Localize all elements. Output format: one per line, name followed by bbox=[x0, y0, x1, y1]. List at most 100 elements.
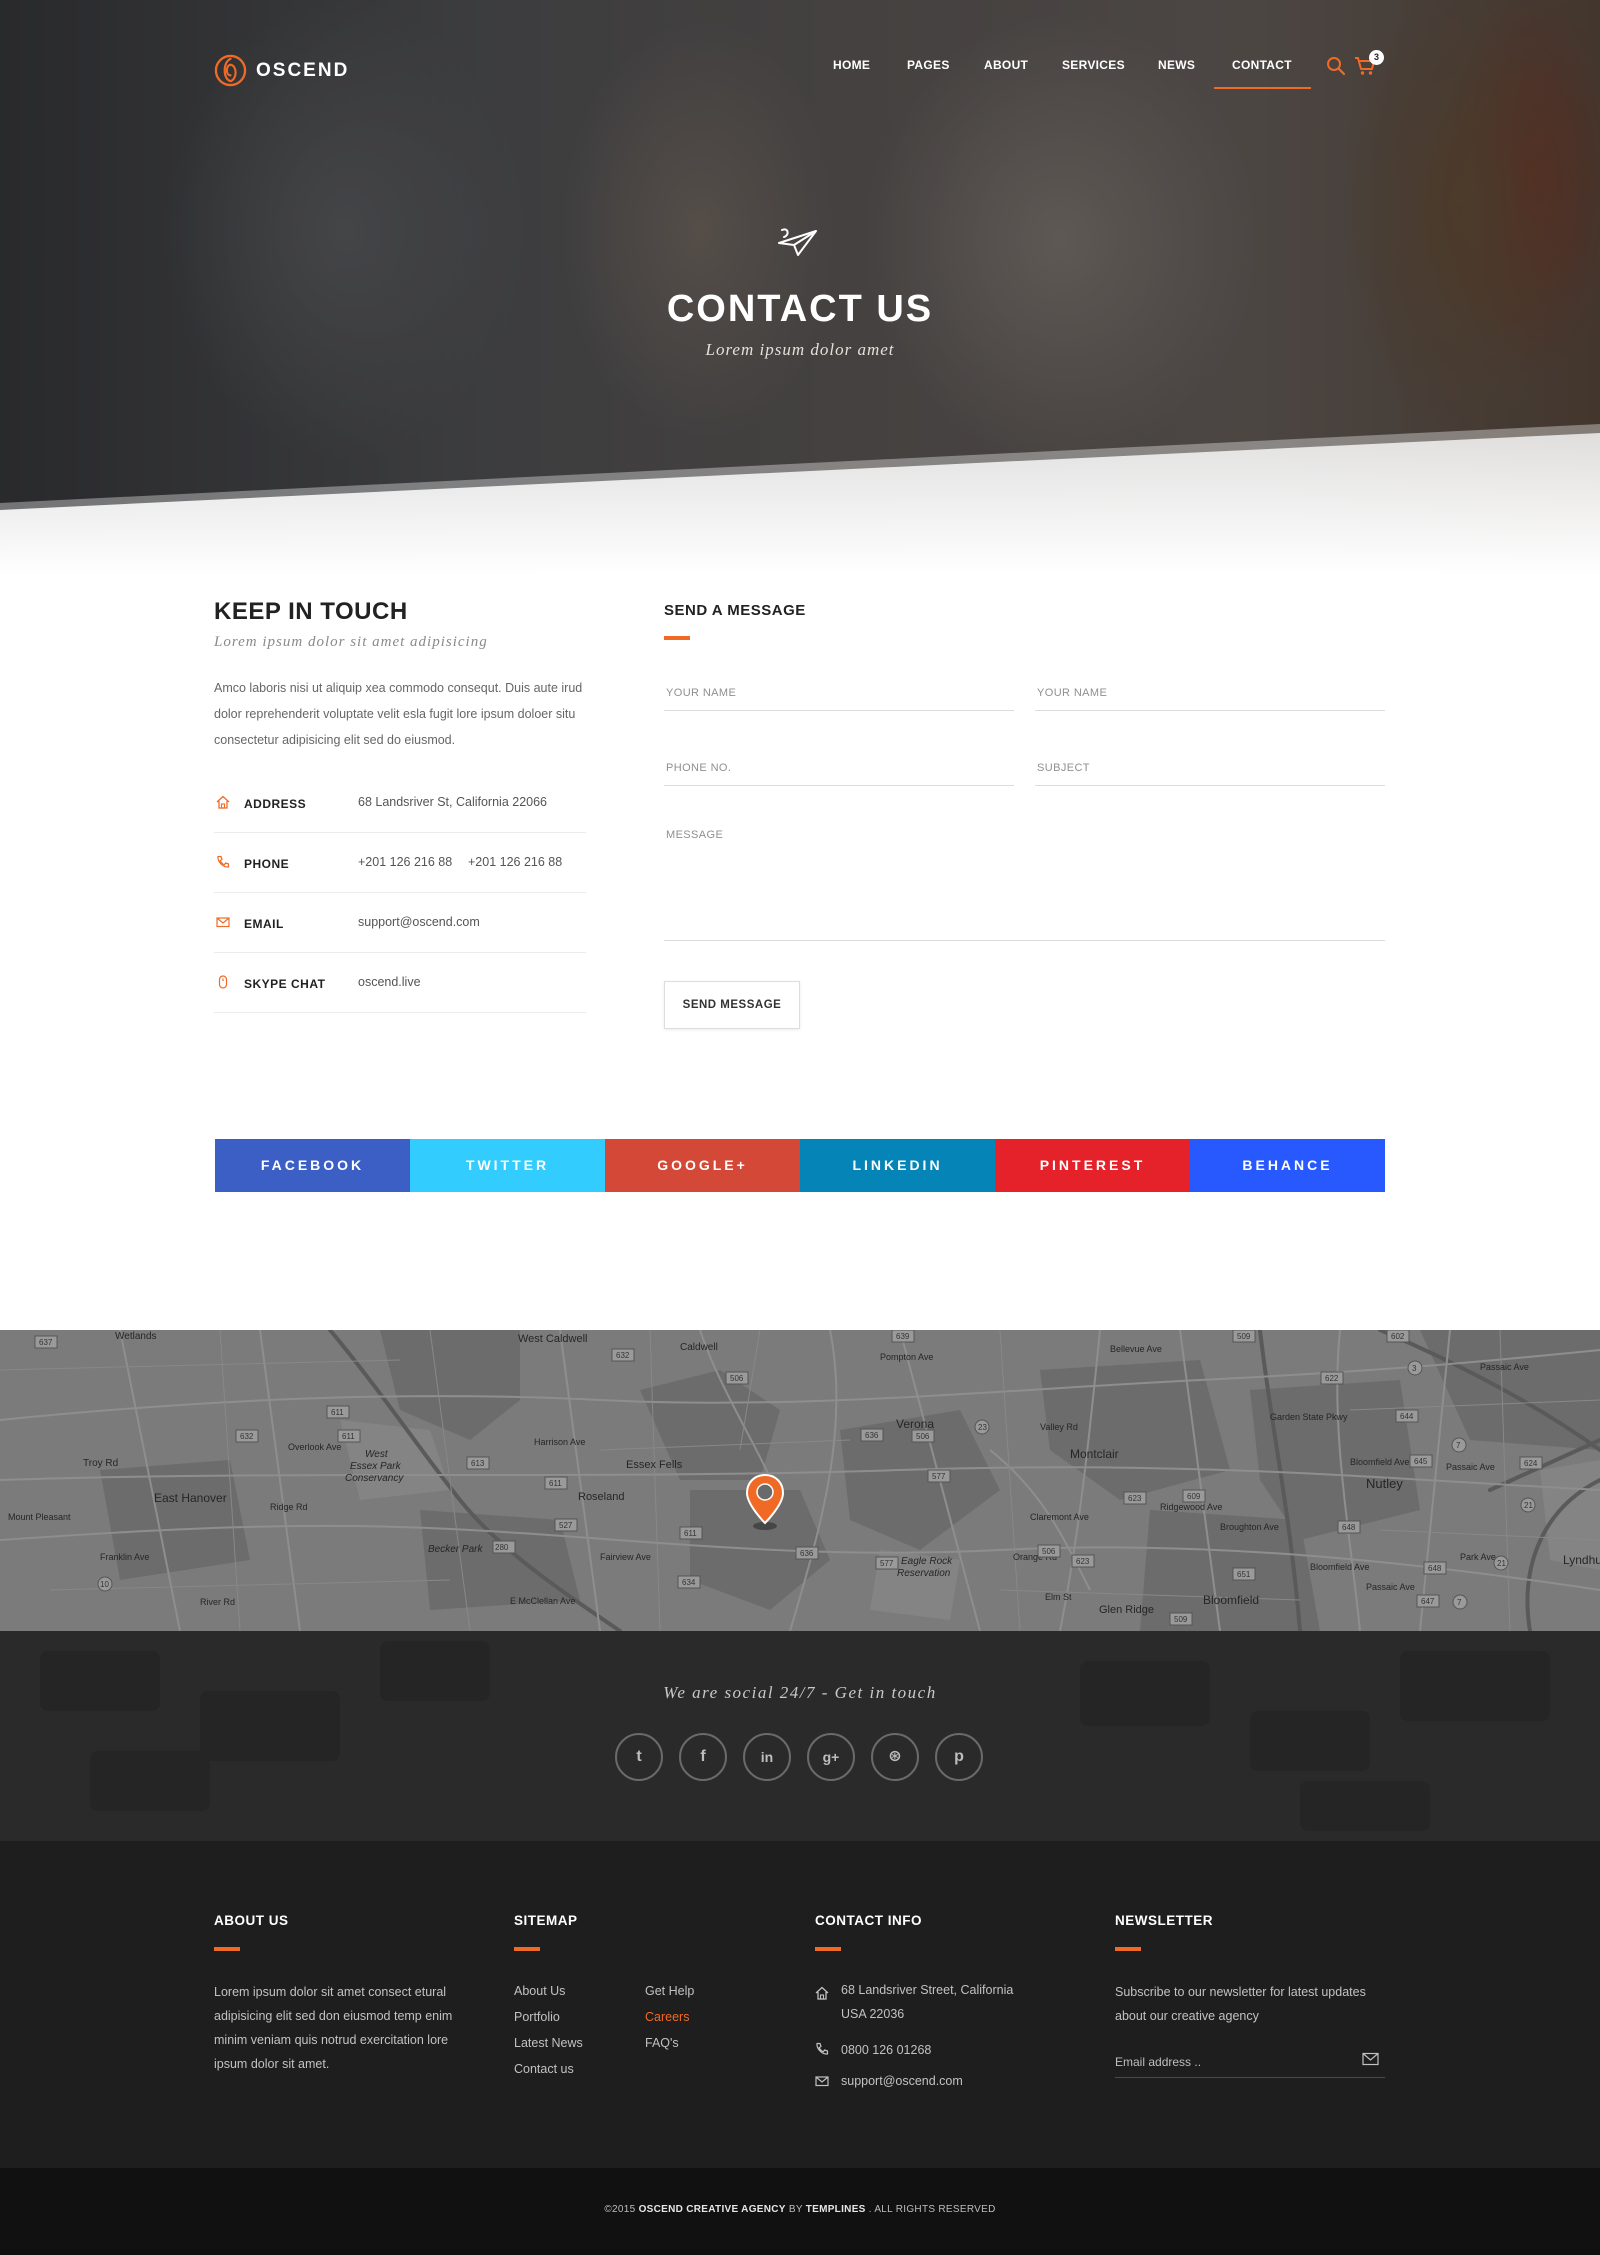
mail-icon bbox=[815, 2076, 829, 2087]
svg-text:Pompton Ave: Pompton Ave bbox=[880, 1352, 933, 1362]
svg-text:Eagle Rock: Eagle Rock bbox=[901, 1556, 953, 1567]
pinterest-button[interactable]: PINTEREST bbox=[995, 1139, 1190, 1192]
svg-text:611: 611 bbox=[342, 1432, 355, 1441]
svg-text:Valley Rd: Valley Rd bbox=[1040, 1422, 1078, 1432]
newsletter-submit-icon[interactable] bbox=[1362, 2052, 1379, 2066]
nav-services[interactable]: SERVICES bbox=[1062, 58, 1125, 72]
svg-text:Passaic Ave: Passaic Ave bbox=[1480, 1362, 1529, 1372]
copyright-author[interactable]: TEMPLINES bbox=[806, 2204, 866, 2215]
nav-home[interactable]: HOME bbox=[833, 58, 870, 72]
google-plus-button[interactable]: GOOGLE+ bbox=[605, 1139, 800, 1192]
svg-text:577: 577 bbox=[880, 1559, 894, 1568]
svg-text:Ridgewood Ave: Ridgewood Ave bbox=[1160, 1502, 1222, 1512]
google-plus-icon[interactable]: g+ bbox=[807, 1733, 855, 1781]
newsletter-email-input[interactable] bbox=[1115, 2046, 1385, 2078]
svg-text:632: 632 bbox=[240, 1432, 254, 1441]
location-map[interactable]: Wetlands West Caldwell Caldwell Verona M… bbox=[0, 1330, 1600, 1631]
svg-text:Wetlands: Wetlands bbox=[115, 1331, 157, 1342]
svg-text:Passaic Ave: Passaic Ave bbox=[1366, 1582, 1415, 1592]
behance-button[interactable]: BEHANCE bbox=[1190, 1139, 1385, 1192]
svg-text:Verona: Verona bbox=[896, 1417, 934, 1431]
keep-in-touch-subtitle: Lorem ipsum dolor sit amet adipisicing bbox=[214, 634, 488, 650]
footer-accent-bar bbox=[214, 1947, 240, 1951]
facebook-icon[interactable]: f bbox=[679, 1733, 727, 1781]
footer-link-careers[interactable]: Careers bbox=[645, 2010, 689, 2024]
svg-text:648: 648 bbox=[1428, 1564, 1442, 1573]
svg-text:Fairview Ave: Fairview Ave bbox=[600, 1552, 651, 1562]
subject-field[interactable] bbox=[1035, 750, 1385, 786]
copyright-by: BY bbox=[788, 2204, 803, 2215]
footer-link-latest-news[interactable]: Latest News bbox=[514, 2036, 583, 2050]
name-field[interactable] bbox=[664, 675, 1014, 711]
paper-plane-icon bbox=[778, 228, 817, 256]
nav-contact[interactable]: CONTACT bbox=[1232, 58, 1292, 72]
svg-text:Harrison Ave: Harrison Ave bbox=[534, 1437, 585, 1447]
svg-text:509: 509 bbox=[1174, 1615, 1188, 1624]
search-icon[interactable] bbox=[1326, 56, 1346, 76]
phone-field[interactable] bbox=[664, 750, 1014, 786]
skype-icon bbox=[218, 975, 228, 989]
dribbble-icon[interactable]: ⊛ bbox=[871, 1733, 919, 1781]
svg-text:611: 611 bbox=[684, 1529, 697, 1538]
footer-link-faqs[interactable]: FAQ's bbox=[645, 2036, 679, 2050]
copyright-agency[interactable]: OSCEND CREATIVE AGENCY bbox=[639, 2204, 786, 2215]
svg-text:Bloomfield Ave: Bloomfield Ave bbox=[1350, 1457, 1409, 1467]
footer-email[interactable]: support@oscend.com bbox=[841, 2069, 963, 2093]
copyright-year: ©2015 bbox=[604, 2204, 636, 2215]
twitter-icon[interactable]: t bbox=[615, 1733, 663, 1781]
svg-text:Bellevue Ave: Bellevue Ave bbox=[1110, 1344, 1162, 1354]
nav-about[interactable]: ABOUT bbox=[984, 58, 1028, 72]
facebook-button[interactable]: FACEBOOK bbox=[215, 1139, 410, 1192]
svg-text:10: 10 bbox=[100, 1580, 109, 1589]
footer-contact-title: CONTACT INFO bbox=[815, 1913, 922, 1928]
footer-newsletter-title: NEWSLETTER bbox=[1115, 1913, 1213, 1928]
nav-pages[interactable]: PAGES bbox=[907, 58, 950, 72]
svg-text:648: 648 bbox=[1342, 1523, 1356, 1532]
svg-text:Nutley: Nutley bbox=[1366, 1476, 1403, 1491]
svg-text:7: 7 bbox=[1456, 1441, 1461, 1450]
linkedin-icon[interactable]: in bbox=[743, 1733, 791, 1781]
contact-row-value[interactable]: oscend.live bbox=[358, 975, 421, 989]
svg-text:527: 527 bbox=[559, 1521, 573, 1530]
keep-in-touch-title: KEEP IN TOUCH bbox=[214, 598, 408, 625]
map-pin-icon[interactable] bbox=[745, 1473, 785, 1531]
svg-text:Glen Ridge: Glen Ridge bbox=[1099, 1604, 1154, 1616]
twitter-button[interactable]: TWITTER bbox=[410, 1139, 605, 1192]
contact-row-label: SKYPE CHAT bbox=[244, 977, 326, 991]
svg-text:Troy Rd: Troy Rd bbox=[83, 1458, 118, 1469]
svg-text:506: 506 bbox=[1042, 1547, 1056, 1556]
svg-text:624: 624 bbox=[1524, 1459, 1538, 1468]
footer-link-contact-us[interactable]: Contact us bbox=[514, 2062, 574, 2076]
pinterest-icon[interactable]: p bbox=[935, 1733, 983, 1781]
footer-link-get-help[interactable]: Get Help bbox=[645, 1984, 694, 1998]
nav-news[interactable]: NEWS bbox=[1158, 58, 1195, 72]
svg-text:611: 611 bbox=[331, 1408, 344, 1417]
svg-text:Montclair: Montclair bbox=[1070, 1447, 1119, 1461]
name-field-secondary[interactable] bbox=[1035, 675, 1385, 711]
svg-text:644: 644 bbox=[1400, 1412, 1414, 1421]
svg-text:Caldwell: Caldwell bbox=[680, 1342, 718, 1353]
footer-phone: 0800 126 01268 bbox=[841, 2043, 932, 2057]
svg-text:636: 636 bbox=[800, 1549, 814, 1558]
svg-text:Essex Park: Essex Park bbox=[350, 1461, 402, 1472]
linkedin-button[interactable]: LINKEDIN bbox=[800, 1139, 995, 1192]
send-message-button[interactable]: SEND MESSAGE bbox=[664, 981, 800, 1029]
svg-text:Elm St: Elm St bbox=[1045, 1592, 1072, 1602]
message-field[interactable] bbox=[664, 829, 1385, 941]
phone-icon bbox=[816, 2042, 829, 2055]
svg-text:Franklin Ave: Franklin Ave bbox=[100, 1552, 149, 1562]
footer-address-line1: 68 Landsriver Street, California bbox=[841, 1983, 1014, 1997]
contact-row-phone: PHONE +201 126 216 88 +201 126 216 88 bbox=[214, 833, 586, 893]
contact-row-skype: SKYPE CHAT oscend.live bbox=[214, 953, 586, 1013]
footer-link-about-us[interactable]: About Us bbox=[514, 1984, 565, 1998]
svg-text:Claremont Ave: Claremont Ave bbox=[1030, 1512, 1089, 1522]
svg-text:611: 611 bbox=[549, 1479, 562, 1488]
contact-row-value[interactable]: support@oscend.com bbox=[358, 915, 480, 929]
svg-text:623: 623 bbox=[1076, 1557, 1090, 1566]
svg-text:21: 21 bbox=[1524, 1501, 1533, 1510]
svg-text:West: West bbox=[365, 1449, 389, 1460]
footer-link-portfolio[interactable]: Portfolio bbox=[514, 2010, 560, 2024]
svg-text:7: 7 bbox=[1457, 1598, 1462, 1607]
contact-row-address: ADDRESS 68 Landsriver St, California 220… bbox=[214, 773, 586, 833]
svg-text:3: 3 bbox=[1412, 1364, 1417, 1373]
